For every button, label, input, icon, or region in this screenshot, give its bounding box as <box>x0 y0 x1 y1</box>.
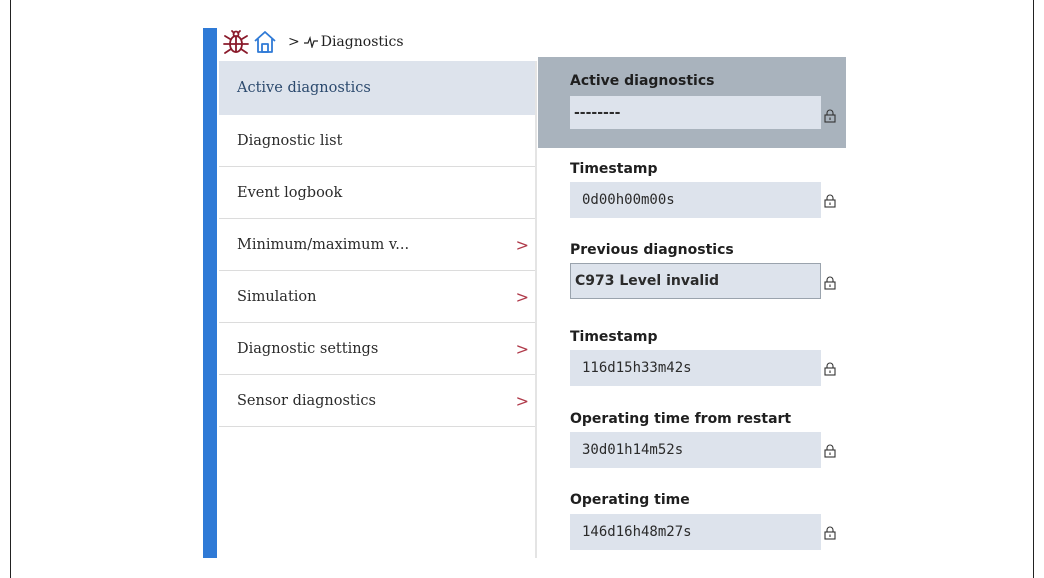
previous-diagnostics-value[interactable]: C973 Level invalid <box>570 263 821 299</box>
lock-icon <box>824 194 836 208</box>
lock-icon <box>824 526 836 540</box>
lock-icon <box>824 276 836 290</box>
chevron-right-icon: > <box>515 391 529 410</box>
active-diagnostics-header: Active diagnostics -------- <box>538 57 846 148</box>
accent-bar <box>203 28 217 558</box>
active-diagnostics-value[interactable]: -------- <box>570 96 821 129</box>
menu-item-label: Diagnostic list <box>237 132 343 149</box>
frame-border-right <box>1033 0 1034 578</box>
field-label-previous-diagnostics: Previous diagnostics <box>570 242 734 258</box>
lock-icon <box>824 362 836 376</box>
menu-item-event-logbook[interactable]: Event logbook <box>219 167 535 219</box>
field-label-timestamp: Timestamp <box>570 161 658 177</box>
chevron-right-icon: > <box>515 339 529 358</box>
field-label-active-diagnostics: Active diagnostics <box>570 73 715 89</box>
frame-border-left <box>10 0 11 578</box>
menu-item-diagnostic-settings[interactable]: Diagnostic settings > <box>219 323 535 375</box>
operating-time-value[interactable]: 146d16h48m27s <box>570 514 821 550</box>
bug-icon[interactable] <box>222 28 250 56</box>
chevron-right-icon: > <box>515 235 529 254</box>
breadcrumb-current: Diagnostics <box>320 34 404 50</box>
lock-icon <box>824 444 836 458</box>
menu-item-diagnostic-list[interactable]: Diagnostic list <box>219 115 535 167</box>
menu-item-sensor-diagnostics[interactable]: Sensor diagnostics > <box>219 375 535 427</box>
menu-item-label: Simulation <box>237 288 317 305</box>
menu-item-label: Active diagnostics <box>237 79 371 96</box>
field-label-timestamp-previous: Timestamp <box>570 329 658 345</box>
timestamp-previous-value[interactable]: 116d15h33m42s <box>570 350 821 386</box>
field-label-operating-time: Operating time <box>570 492 690 508</box>
menu-item-active-diagnostics[interactable]: Active diagnostics <box>219 61 535 115</box>
menu-item-label: Minimum/maximum v... <box>237 236 410 253</box>
lock-icon <box>824 109 836 123</box>
diagnostics-detail-panel: Active diagnostics -------- Timestamp 0d… <box>538 57 846 550</box>
menu-item-minimum-maximum[interactable]: Minimum/maximum v... > <box>219 219 535 271</box>
diagnostics-menu: Active diagnostics Diagnostic list Event… <box>219 61 535 427</box>
menu-item-label: Event logbook <box>237 184 343 201</box>
column-divider <box>535 61 537 558</box>
menu-item-label: Sensor diagnostics <box>237 392 376 409</box>
timestamp-value[interactable]: 0d00h00m00s <box>570 182 821 218</box>
breadcrumb: > Diagnostics <box>222 27 404 57</box>
menu-item-simulation[interactable]: Simulation > <box>219 271 535 323</box>
pulse-icon <box>303 36 318 48</box>
breadcrumb-separator: > <box>288 34 300 50</box>
operating-time-from-restart-value[interactable]: 30d01h14m52s <box>570 432 821 468</box>
chevron-right-icon: > <box>515 287 529 306</box>
home-icon[interactable] <box>252 29 278 55</box>
menu-item-label: Diagnostic settings <box>237 340 379 357</box>
field-label-operating-time-from-restart: Operating time from restart <box>570 411 792 427</box>
